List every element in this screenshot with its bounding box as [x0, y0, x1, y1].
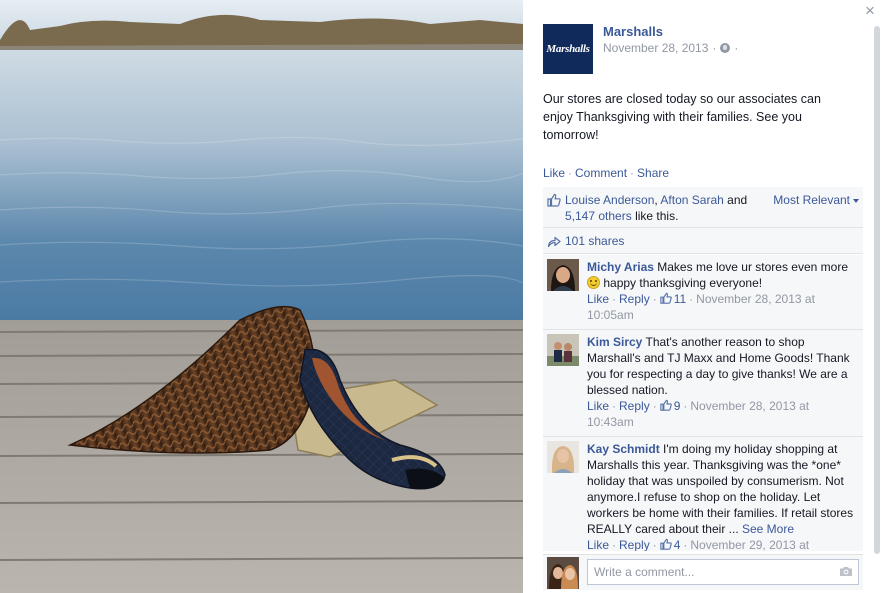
avatar-image — [547, 441, 579, 473]
like-count-value: 9 — [673, 399, 681, 413]
thumbs-up-icon — [547, 193, 561, 207]
see-more-link[interactable]: See More — [742, 522, 794, 536]
action-separator: · — [568, 166, 573, 180]
post-date-link[interactable]: November 28, 2013 — [603, 41, 708, 55]
shares-row: 101 shares — [543, 228, 863, 254]
footer-separator: · — [612, 399, 617, 413]
comment-footer: Like · Reply · 4 · November 29, 2013 at — [587, 537, 857, 551]
comment-link[interactable]: Comment — [575, 166, 627, 180]
comment-text-after: happy thanksgiving everyone! — [603, 276, 763, 290]
comment-text: I'm doing my holiday shopping at Marshal… — [587, 442, 854, 536]
photo-illustration — [0, 0, 523, 593]
likes-comma: , — [654, 193, 658, 207]
action-separator: · — [630, 166, 635, 180]
footer-separator: · — [683, 399, 688, 413]
comment-body: Kay Schmidt I'm doing my holiday shoppin… — [587, 441, 857, 537]
thumbs-up-icon — [660, 538, 672, 550]
smiley-emoticon-icon — [587, 276, 600, 289]
comment-list: Michy Arias Makes me love ur stores even… — [543, 255, 863, 551]
logo-text: Marshalls — [546, 43, 590, 55]
footer-separator: · — [683, 538, 688, 551]
comment-reply-link[interactable]: Reply — [619, 538, 650, 551]
avatar-image — [547, 557, 579, 589]
likes-others-link[interactable]: 5,147 others — [565, 209, 632, 223]
comment-timestamp[interactable]: November 29, 2013 at — [690, 538, 809, 551]
current-user-avatar — [547, 557, 579, 589]
footer-separator: · — [612, 292, 617, 306]
comment-like-count[interactable]: 4 — [660, 538, 681, 551]
comment-footer: Like · Reply · 9 · November 28, 2013 at 10:43a… — [587, 398, 857, 430]
comment-author-link[interactable]: Michy Arias — [587, 260, 654, 274]
comment-item: Kim Sircy That's another reason to shop … — [543, 330, 863, 437]
comment-author-link[interactable]: Kay Schmidt — [587, 442, 660, 456]
avatar-image — [547, 259, 579, 291]
footer-separator: · — [652, 292, 657, 306]
comment-footer: Like · Reply · 11 · November 28, 2013 at 10:05… — [587, 291, 857, 323]
comment-like-link[interactable]: Like — [587, 399, 609, 413]
post-photo[interactable] — [0, 0, 523, 593]
page-logo[interactable]: Marshalls — [543, 24, 593, 74]
meta-separator-2: · — [734, 41, 739, 55]
like-link[interactable]: Like — [543, 166, 565, 180]
likes-row: Louise Anderson, Afton Sarah and 5,147 o… — [543, 187, 863, 228]
scrollbar[interactable] — [874, 26, 880, 554]
comment-item: Michy Arias Makes me love ur stores even… — [543, 255, 863, 330]
footer-separator: · — [612, 538, 617, 551]
caret-down-icon — [853, 198, 859, 203]
likes-and: and — [727, 193, 748, 207]
comment-like-link[interactable]: Like — [587, 538, 609, 551]
comment-item: Kay Schmidt I'm doing my holiday shoppin… — [543, 437, 863, 551]
share-link[interactable]: Share — [637, 166, 669, 180]
close-button[interactable]: × — [863, 2, 877, 20]
camera-icon[interactable] — [839, 566, 853, 577]
liker-name-link[interactable]: Afton Sarah — [660, 193, 723, 207]
post-meta: November 28, 2013 · · — [603, 41, 738, 55]
globe-icon[interactable] — [720, 43, 731, 53]
ufi-summary: Louise Anderson, Afton Sarah and 5,147 o… — [543, 187, 863, 254]
sort-label: Most Relevant — [773, 193, 850, 207]
comment-text: Makes me love ur stores even more — [657, 260, 849, 274]
comment-author-link[interactable]: Kim Sircy — [587, 335, 642, 349]
like-count-value: 4 — [673, 538, 681, 551]
thumbs-up-icon — [660, 292, 672, 304]
action-bar: Like · Comment · Share — [543, 166, 669, 180]
share-arrow-icon — [547, 236, 561, 248]
page-name-link[interactable]: Marshalls — [603, 24, 663, 39]
sort-dropdown[interactable]: Most Relevant — [773, 192, 859, 208]
comment-like-count[interactable]: 9 — [660, 399, 681, 413]
shares-link[interactable]: 101 shares — [565, 234, 624, 248]
likes-text: Louise Anderson, Afton Sarah and 5,147 o… — [565, 192, 765, 224]
footer-separator: · — [689, 292, 694, 306]
liker-name-link[interactable]: Louise Anderson — [565, 193, 654, 207]
meta-separator: · — [712, 41, 717, 55]
thumbs-up-icon — [660, 399, 672, 411]
like-count-value: 11 — [673, 292, 687, 306]
comment-composer — [543, 554, 863, 590]
footer-separator: · — [652, 538, 657, 551]
commenter-avatar[interactable] — [547, 334, 579, 366]
comment-like-link[interactable]: Like — [587, 292, 609, 306]
comment-body: Kim Sircy That's another reason to shop … — [587, 334, 857, 398]
comment-reply-link[interactable]: Reply — [619, 292, 650, 306]
post-panel: × Marshalls Marshalls November 28, 2013 … — [523, 0, 883, 593]
likes-suffix: like this. — [635, 209, 679, 223]
comment-like-count[interactable]: 11 — [660, 292, 686, 306]
comment-input[interactable] — [587, 559, 859, 585]
footer-separator: · — [652, 399, 657, 413]
avatar-image — [547, 334, 579, 366]
comment-body: Michy Arias Makes me love ur stores even… — [587, 259, 857, 291]
commenter-avatar[interactable] — [547, 441, 579, 473]
comment-reply-link[interactable]: Reply — [619, 399, 650, 413]
post-text: Our stores are closed today so our assoc… — [543, 92, 821, 142]
commenter-avatar[interactable] — [547, 259, 579, 291]
